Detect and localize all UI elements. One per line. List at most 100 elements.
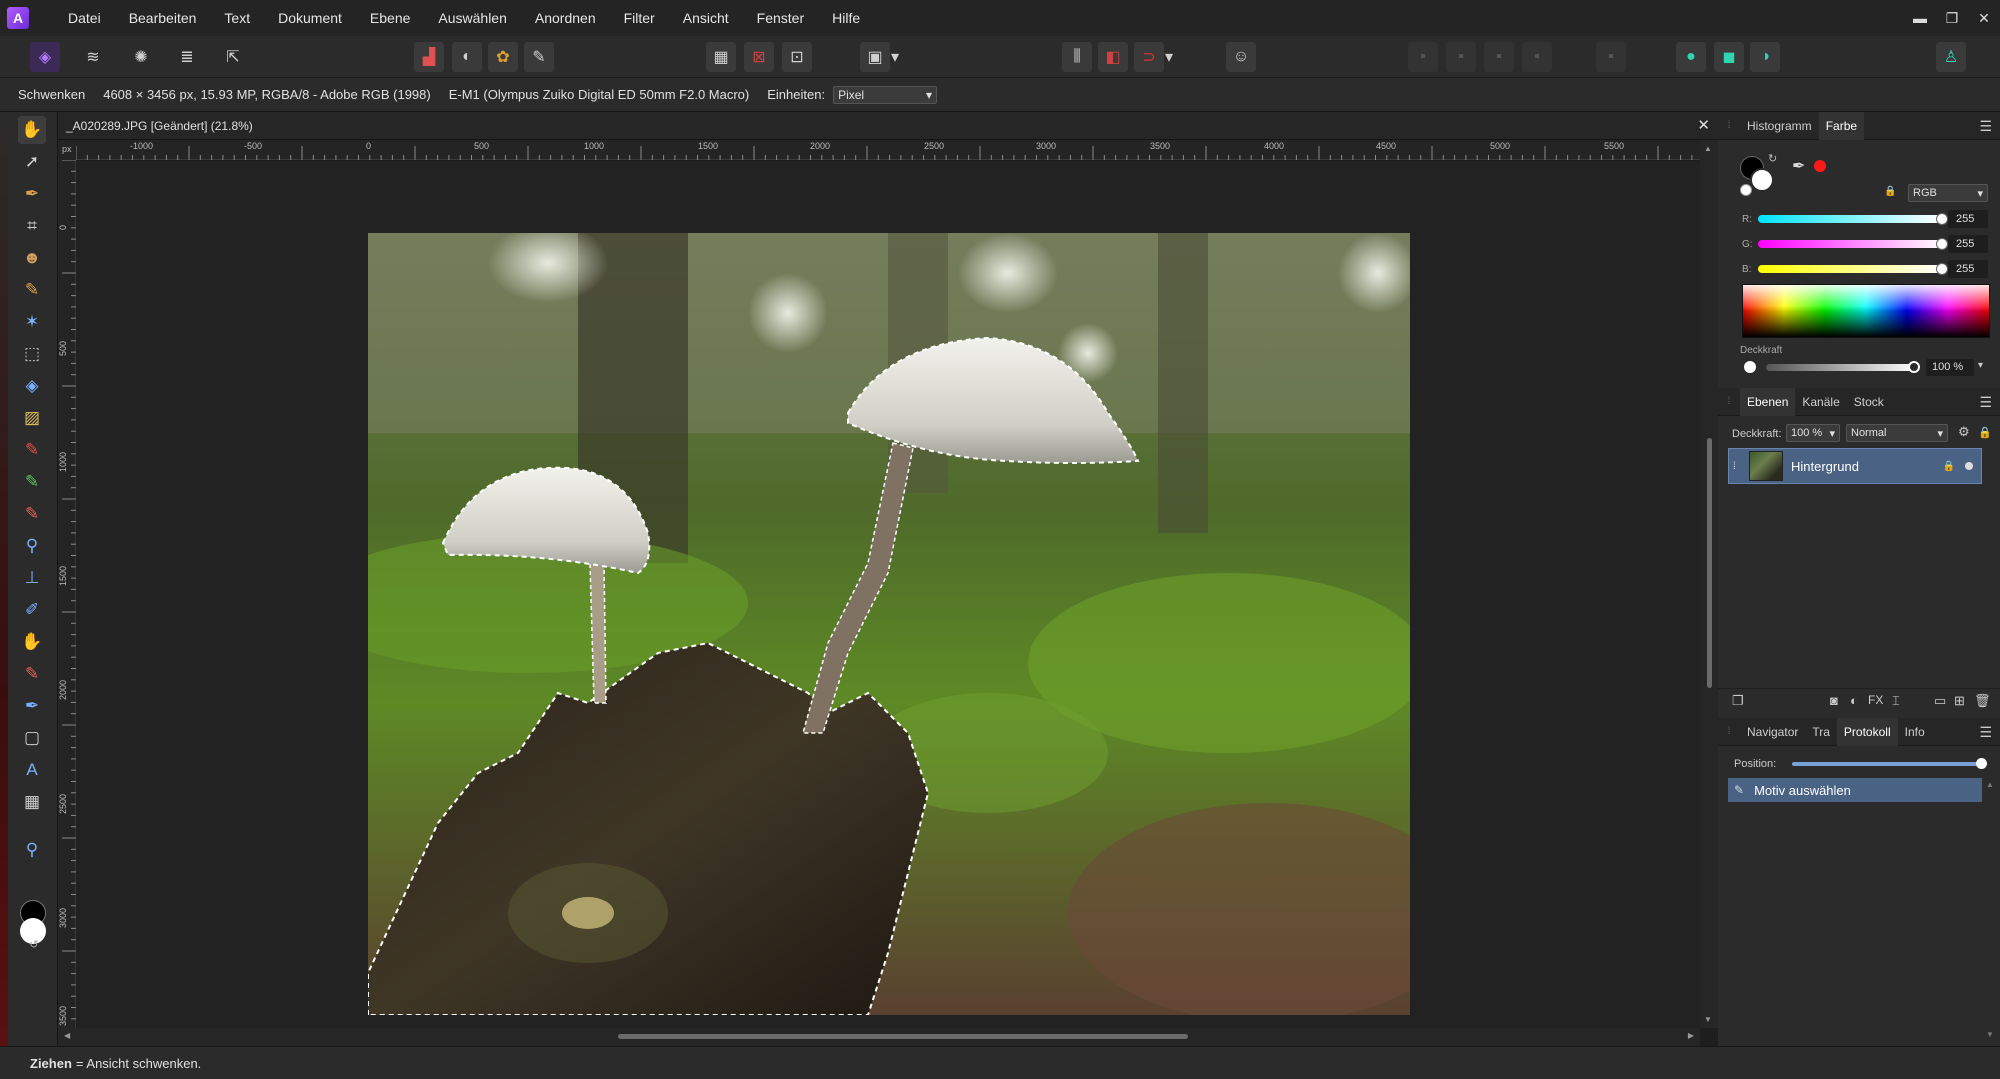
menu-anordnen[interactable]: Anordnen: [521, 0, 610, 36]
marquee-selection-icon[interactable]: ▦: [706, 42, 736, 72]
paint-brush-tool-icon[interactable]: ✎: [18, 436, 46, 464]
dodge-brush-tool-icon[interactable]: ⚲: [18, 532, 46, 560]
chevron-down-icon[interactable]: ▾: [1978, 360, 1983, 371]
deselect-icon[interactable]: ⊠: [744, 42, 774, 72]
tab-info[interactable]: Info: [1898, 718, 1932, 746]
blue-slider[interactable]: [1758, 265, 1942, 273]
panel-menu-icon[interactable]: ☰: [1979, 724, 1992, 741]
blur-brush-tool-icon[interactable]: ✐: [18, 596, 46, 624]
auto-colors-icon[interactable]: ✿: [488, 42, 518, 72]
menu-ansicht[interactable]: Ansicht: [669, 0, 743, 36]
scroll-down-icon[interactable]: ▼: [1986, 1030, 1994, 1039]
tab-stock[interactable]: Stock: [1847, 388, 1891, 416]
inpainting-brush-tool-icon[interactable]: ✋: [18, 628, 46, 656]
order-front-icon[interactable]: ▪: [1522, 42, 1552, 72]
gear-icon[interactable]: ⚙: [1958, 424, 1970, 440]
add-pixel-layer-icon[interactable]: ⊞: [1954, 693, 1965, 709]
table-tool-icon[interactable]: ▦: [18, 788, 46, 816]
photo-persona-icon[interactable]: ◈: [30, 42, 60, 72]
vertical-scroll-thumb[interactable]: [1707, 438, 1712, 688]
scroll-up-icon[interactable]: ▲: [1704, 144, 1712, 153]
panel-menu-icon[interactable]: ☰: [1979, 394, 1992, 411]
invert-selection-icon[interactable]: ⊡: [782, 42, 812, 72]
add-layer-folder-icon[interactable]: ▭: [1934, 693, 1946, 709]
tab-color[interactable]: Farbe: [1818, 111, 1865, 140]
swap-colors-icon[interactable]: ↺: [20, 930, 48, 958]
menu-filter[interactable]: Filter: [610, 0, 669, 36]
minimize-icon[interactable]: ▬: [1904, 0, 1936, 36]
panel-grip-icon[interactable]: ⁞: [1718, 120, 1740, 131]
export-persona-icon[interactable]: ⇱: [218, 42, 248, 72]
opacity-value-input[interactable]: 100 %: [1926, 359, 1974, 376]
crop-tool-icon[interactable]: ⌗: [18, 212, 46, 240]
menu-ebene[interactable]: Ebene: [356, 0, 424, 36]
order-back-icon[interactable]: ▪: [1408, 42, 1438, 72]
layer-visibility-drag-icon[interactable]: ⁞: [1733, 461, 1736, 472]
chevron-down-icon[interactable]: ▾: [886, 42, 904, 72]
photo-image[interactable]: [368, 233, 1410, 1015]
boolean-subtract-icon[interactable]: ◼: [1714, 42, 1744, 72]
menu-dokument[interactable]: Dokument: [264, 0, 356, 36]
color-picker-tool-icon[interactable]: ✒: [18, 180, 46, 208]
blend-mode-select[interactable]: Normal ▾: [1846, 424, 1948, 442]
red-slider[interactable]: [1758, 215, 1942, 223]
layer-row-hintergrund[interactable]: ⁞ Hintergrund 🔒: [1728, 448, 1982, 484]
tab-transform[interactable]: Tra: [1805, 718, 1837, 746]
green-slider[interactable]: [1758, 240, 1942, 248]
close-icon[interactable]: ✕: [1968, 0, 2000, 36]
color-replacement-tool-icon[interactable]: ✎: [18, 468, 46, 496]
erase-brush-tool-icon[interactable]: ✎: [18, 500, 46, 528]
menu-auswaehlen[interactable]: Auswählen: [424, 0, 521, 36]
view-tool-hand-icon[interactable]: ✋: [18, 116, 46, 144]
tone-mapping-persona-icon[interactable]: ≣: [172, 42, 202, 72]
move-tool-icon[interactable]: ➚: [18, 148, 46, 176]
boolean-intersect-icon[interactable]: ◑: [1750, 42, 1780, 72]
history-position-knob[interactable]: [1976, 758, 1987, 769]
layer-group-icon[interactable]: ❐: [1732, 693, 1744, 709]
restore-icon[interactable]: ❐: [1936, 0, 1968, 36]
mask-layer-icon[interactable]: ◙: [1830, 693, 1838, 708]
rectangle-tool-icon[interactable]: ▢: [18, 724, 46, 752]
tab-layers[interactable]: Ebenen: [1740, 387, 1796, 416]
menu-hilfe[interactable]: Hilfe: [818, 0, 874, 36]
auto-white-balance-icon[interactable]: ✎: [524, 42, 554, 72]
opacity-slider[interactable]: [1766, 364, 1916, 371]
no-color-icon[interactable]: [1740, 184, 1752, 196]
auto-contrast-icon[interactable]: ◐: [452, 42, 482, 72]
color-model-select[interactable]: RGB ▾: [1908, 184, 1988, 202]
layer-visibility-icon[interactable]: [1965, 462, 1973, 470]
panel-grip-icon[interactable]: ⁞: [1718, 396, 1740, 407]
opacity-slider-knob[interactable]: [1908, 361, 1920, 373]
artistic-text-tool-icon[interactable]: A: [18, 756, 46, 784]
menu-bearbeiten[interactable]: Bearbeiten: [115, 0, 211, 36]
swap-colors-icon[interactable]: ↻: [1768, 152, 1777, 165]
pen-tool-icon[interactable]: ✒: [18, 692, 46, 720]
eyedropper-icon[interactable]: ✒: [1792, 156, 1805, 176]
document-tab[interactable]: _A020289.JPG [Geändert] (21.8%) ✕: [58, 112, 1718, 140]
panel-grip-icon[interactable]: ⁞: [1718, 726, 1740, 737]
lock-icon[interactable]: 🔒: [1884, 186, 1896, 197]
tab-histogram[interactable]: Histogramm: [1740, 112, 1819, 140]
account-icon[interactable]: ♙: [1936, 42, 1966, 72]
scroll-down-icon[interactable]: ▼: [1704, 1015, 1712, 1024]
order-backward-icon[interactable]: ▪: [1446, 42, 1476, 72]
lock-icon[interactable]: 🔒: [1978, 426, 1992, 439]
red-eye-tool-icon[interactable]: ☻: [18, 244, 46, 272]
history-position-slider[interactable]: [1792, 762, 1982, 766]
tab-channels[interactable]: Kanäle: [1795, 388, 1846, 416]
color-spectrum[interactable]: [1742, 284, 1990, 338]
units-select[interactable]: Pixel ▾: [833, 85, 938, 104]
arrange-icon[interactable]: ▪: [1596, 42, 1626, 72]
align-icon[interactable]: ⫼: [1062, 42, 1092, 72]
stroke-color-well[interactable]: [1750, 168, 1774, 192]
menu-datei[interactable]: Datei: [54, 0, 115, 36]
green-value-input[interactable]: 255: [1948, 235, 1988, 253]
zoom-tool-icon[interactable]: ⚲: [18, 836, 46, 864]
horizontal-scroll-thumb[interactable]: [618, 1034, 1188, 1039]
layer-opacity-select[interactable]: 100 % ▾: [1786, 424, 1840, 442]
gradient-tool-icon[interactable]: ▨: [18, 404, 46, 432]
history-entry[interactable]: ✎ Motiv auswählen: [1728, 778, 1982, 802]
order-forward-icon[interactable]: ▪: [1484, 42, 1514, 72]
scroll-up-icon[interactable]: ▲: [1986, 780, 1994, 789]
red-slider-knob[interactable]: [1936, 213, 1948, 225]
